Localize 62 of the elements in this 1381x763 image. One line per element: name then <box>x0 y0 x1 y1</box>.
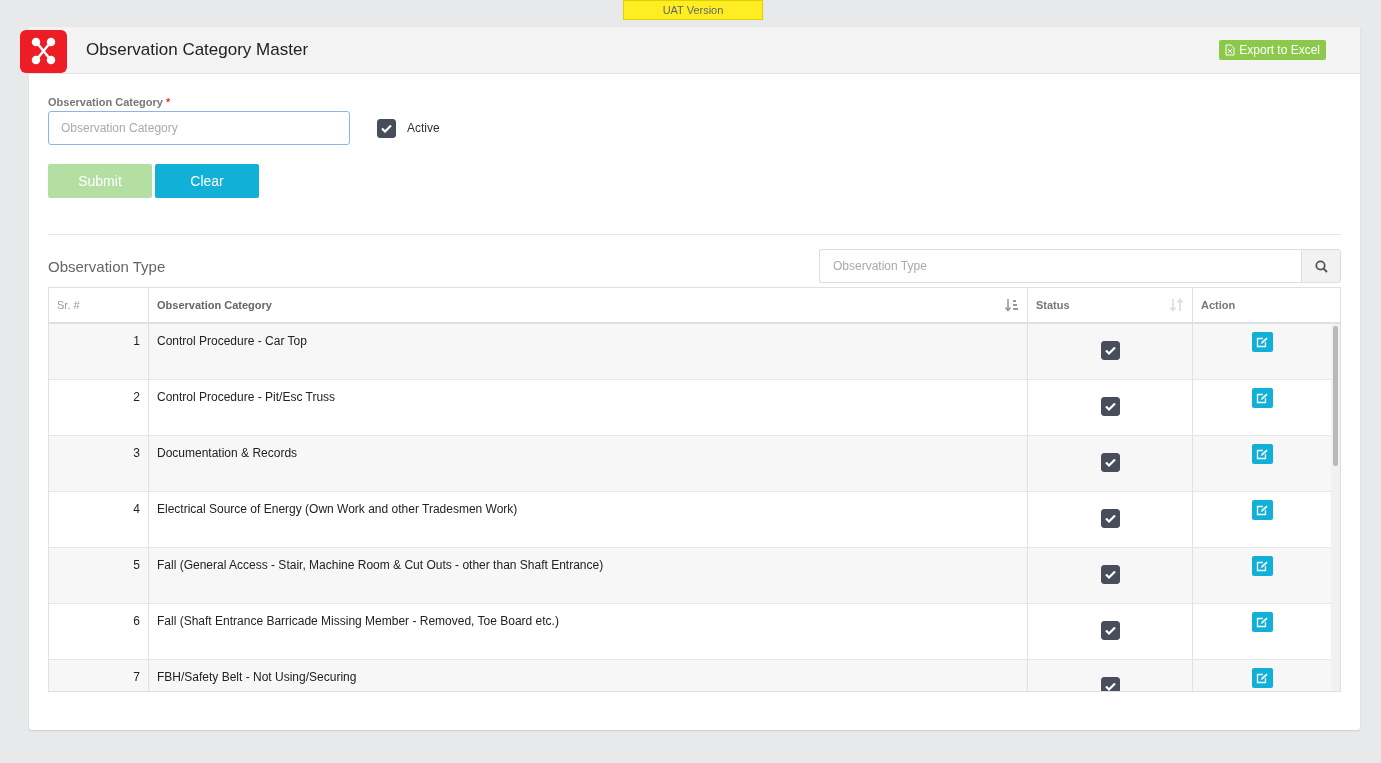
field-label: Observation Category * <box>48 96 172 108</box>
excel-file-icon <box>1225 44 1236 56</box>
export-to-excel-button[interactable]: Export to Excel <box>1219 40 1326 60</box>
status-checkbox[interactable] <box>1100 677 1120 691</box>
category-cell: Documentation & Records <box>157 446 298 460</box>
clear-button[interactable]: Clear <box>155 164 259 198</box>
check-icon <box>1104 570 1116 579</box>
status-checkbox[interactable] <box>1100 565 1120 584</box>
row-number: 1 <box>133 334 140 348</box>
edit-button[interactable] <box>1251 556 1273 576</box>
check-icon <box>1104 458 1116 467</box>
edit-icon <box>1256 560 1268 572</box>
row-number: 3 <box>133 446 140 460</box>
edit-button[interactable] <box>1251 332 1273 352</box>
edit-icon <box>1256 448 1268 460</box>
page-title: Observation Category Master <box>86 40 310 60</box>
environment-badge: UAT Version <box>623 0 763 20</box>
row-number: 7 <box>133 670 140 684</box>
row-number: 2 <box>133 390 140 404</box>
edit-button[interactable] <box>1251 444 1273 464</box>
check-icon <box>1104 346 1116 355</box>
active-label: Active <box>407 121 440 135</box>
sort-descending-icon[interactable] <box>1005 298 1019 312</box>
check-icon <box>1104 514 1116 523</box>
category-cell: Control Procedure - Pit/Esc Truss <box>157 390 336 404</box>
row-number: 6 <box>133 614 140 628</box>
column-header: Observation Category <box>157 299 272 311</box>
observation-category-input[interactable]: Observation Category <box>48 111 350 145</box>
column-header: Action <box>1201 299 1236 311</box>
edit-icon <box>1256 616 1268 628</box>
row-number: 4 <box>133 502 140 516</box>
category-cell: Fall (General Access - Stair, Machine Room & Cut Outs - other than Shaft Entrance) <box>157 558 604 572</box>
check-icon <box>1104 682 1116 691</box>
scrollbar[interactable] <box>1331 324 1340 691</box>
category-cell: Electrical Source of Energy (Own Work and other Tradesmen Work) <box>157 502 518 516</box>
search-field[interactable]: Observation Type <box>819 249 1301 283</box>
status-checkbox[interactable] <box>1100 453 1120 472</box>
edit-button[interactable] <box>1251 388 1273 408</box>
edit-icon <box>1256 672 1268 684</box>
edit-button[interactable] <box>1251 612 1273 632</box>
active-checkbox[interactable] <box>377 118 396 138</box>
search-icon <box>1314 259 1328 273</box>
section-title: Observation Type <box>48 257 166 275</box>
category-cell: Control Procedure - Car Top <box>157 334 307 348</box>
check-icon <box>1104 402 1116 411</box>
category-cell: FBH/Safety Belt - Not Using/Securing <box>157 670 357 684</box>
edit-button[interactable] <box>1251 500 1273 520</box>
search-button[interactable] <box>1301 249 1341 283</box>
check-icon <box>381 123 392 133</box>
row-number: 5 <box>133 558 140 572</box>
status-checkbox[interactable] <box>1100 509 1120 528</box>
edit-icon <box>1256 504 1268 516</box>
category-cell: Fall (Shaft Entrance Barricade Missing Member - Removed, Toe Board etc.) <box>157 614 559 628</box>
edit-button[interactable] <box>1251 668 1273 688</box>
edit-icon <box>1256 392 1268 404</box>
edit-icon <box>1256 336 1268 348</box>
column-header: Sr. # <box>57 299 80 311</box>
check-icon <box>1104 626 1116 635</box>
status-checkbox[interactable] <box>1100 621 1120 640</box>
status-checkbox[interactable] <box>1100 341 1120 360</box>
status-checkbox[interactable] <box>1100 397 1120 416</box>
column-header: Status <box>1036 299 1070 311</box>
